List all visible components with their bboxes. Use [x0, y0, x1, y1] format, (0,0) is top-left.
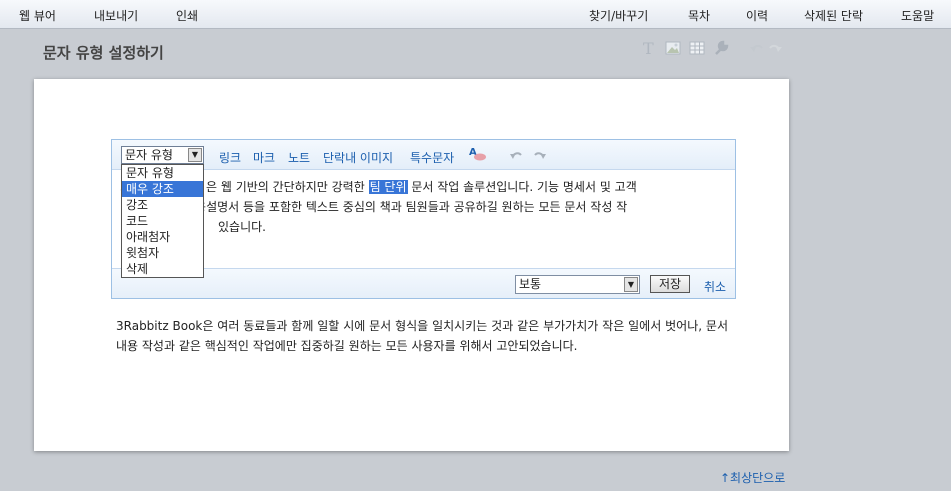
character-type-value: 문자 유형	[125, 148, 173, 162]
redo-icon[interactable]	[532, 147, 548, 166]
toolbar-note[interactable]: 노트	[288, 149, 310, 166]
svg-text:T: T	[643, 39, 654, 57]
level-select[interactable]: 보통 ▼	[515, 275, 640, 294]
menu-help[interactable]: 도움말	[901, 7, 934, 24]
character-type-dropdown: 문자 유형 매우 강조 강조 코드 아래첨자 윗첨자 삭제	[121, 164, 204, 278]
editor-line-2: 사용설명서 등을 포함한 텍스트 중심의 책과 팀원들과 공유하길 원하는 모든…	[184, 200, 628, 214]
menu-export[interactable]: 내보내기	[94, 7, 138, 24]
dropdown-option[interactable]: 강조	[122, 197, 203, 213]
page-title: 문자 유형 설정하기	[43, 44, 164, 62]
toolbar-inline-image[interactable]: 단락내 이미지	[323, 149, 393, 166]
character-type-select[interactable]: 문자 유형 ▼	[121, 146, 204, 164]
paragraph[interactable]: 3Rabbitz Book은 여러 동료들과 함께 일할 시에 문서 형식을 일…	[116, 316, 728, 356]
cancel-link[interactable]: 취소	[704, 278, 726, 295]
text-segment: 은 웹 기반의 간단하지만 강력한	[205, 180, 369, 194]
dropdown-option[interactable]: 삭제	[122, 261, 203, 277]
document-page: 문자 유형 ▼ 링크 마크 노트 단락내 이미지 특수문자 A 3R은 웹 기반…	[34, 79, 789, 451]
image-icon[interactable]	[664, 39, 682, 57]
text-segment: 문서 작업 솔루션입니다. 기능 명세서 및 고객	[407, 180, 637, 194]
editor-line-3: 있습니다.	[218, 220, 266, 234]
menu-print[interactable]: 인쇄	[176, 7, 198, 24]
dropdown-option[interactable]: 코드	[122, 213, 203, 229]
toolbar-link[interactable]: 링크	[219, 149, 241, 166]
menu-deleted-paragraphs[interactable]: 삭제된 단락	[804, 7, 863, 24]
dropdown-option[interactable]: 아래첨자	[122, 229, 203, 245]
toolbar-mark[interactable]: 마크	[253, 149, 275, 166]
chevron-down-icon: ▼	[624, 277, 638, 292]
menu-toc[interactable]: 목차	[688, 7, 710, 24]
menu-history[interactable]: 이력	[746, 7, 768, 24]
dropdown-option-selected[interactable]: 매우 강조	[122, 181, 203, 197]
undo-icon[interactable]	[508, 147, 524, 166]
editor-toolbar: 문자 유형 ▼ 링크 마크 노트 단락내 이미지 특수문자 A	[112, 140, 735, 170]
redo-icon[interactable]	[766, 39, 784, 57]
undo-icon[interactable]	[748, 39, 766, 57]
table-icon[interactable]	[688, 39, 706, 57]
selected-text: 팀 단위	[368, 180, 408, 194]
editor-footer: 보통 ▼ 저장 취소	[112, 268, 735, 298]
wrench-icon[interactable]	[712, 39, 730, 57]
paragraph-editor: 문자 유형 ▼ 링크 마크 노트 단락내 이미지 특수문자 A 3R은 웹 기반…	[111, 139, 736, 299]
toolbar-special-char[interactable]: 특수문자	[410, 149, 454, 166]
menu-find-replace[interactable]: 찾기/바꾸기	[589, 7, 648, 24]
save-button[interactable]: 저장	[650, 275, 690, 293]
dropdown-option[interactable]: 윗첨자	[122, 245, 203, 261]
level-select-value: 보통	[519, 277, 542, 291]
text-icon[interactable]: T	[640, 39, 658, 58]
top-menu-bar: 웹 뷰어 내보내기 인쇄 찾기/바꾸기 목차 이력 삭제된 단락 도움말	[0, 0, 951, 29]
chevron-down-icon: ▼	[188, 148, 202, 162]
editor-text-area[interactable]: 3R은 웹 기반의 간단하지만 강력한 팀 단위 문서 작업 솔루션입니다. 기…	[120, 177, 729, 237]
back-to-top-link[interactable]: ↑최상단으로	[720, 469, 785, 486]
editor-line-1: 3R은 웹 기반의 간단하지만 강력한 팀 단위 문서 작업 솔루션입니다. 기…	[120, 177, 729, 197]
spellcheck-icon[interactable]: A	[468, 145, 488, 166]
menu-web-viewer[interactable]: 웹 뷰어	[19, 7, 56, 24]
dropdown-option[interactable]: 문자 유형	[122, 165, 203, 181]
